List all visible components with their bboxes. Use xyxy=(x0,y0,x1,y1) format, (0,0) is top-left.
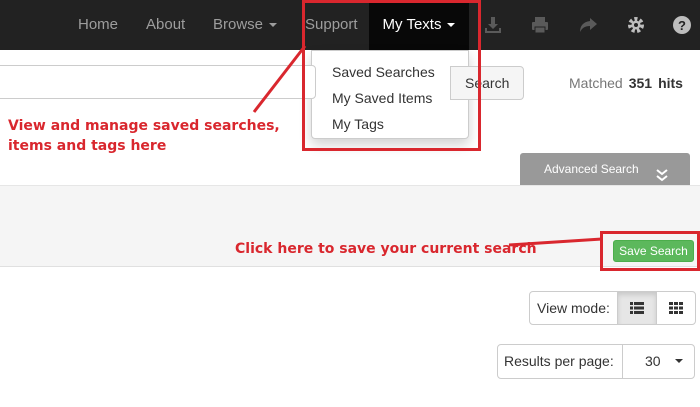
matched-suffix: hits xyxy=(658,75,683,91)
results-per-page-label: Results per page: xyxy=(504,353,614,369)
view-mode-group: View mode: xyxy=(529,291,696,325)
matched-count: 351 xyxy=(628,75,653,91)
view-mode-list-button[interactable] xyxy=(617,291,657,325)
advanced-search-label: Advanced Search xyxy=(544,162,639,176)
annotation-my-texts: View and manage saved searches, items an… xyxy=(8,118,280,154)
results-per-page-group: Results per page: 30 xyxy=(497,344,695,379)
annotation-save-search: Click here to save your current search xyxy=(235,241,537,257)
nav-browse-label: Browse xyxy=(213,16,264,33)
highlight-box-my-texts xyxy=(302,0,481,151)
print-icon[interactable] xyxy=(530,15,550,35)
highlight-box-save-search xyxy=(600,231,700,271)
search-input[interactable] xyxy=(0,65,316,99)
matched-hits-summary: Matched 351 hits xyxy=(569,75,683,91)
help-icon[interactable]: ? xyxy=(672,15,692,35)
nav-browse-dropdown[interactable]: Browse xyxy=(213,0,278,50)
svg-text:?: ? xyxy=(678,18,686,33)
nav-about-link[interactable]: About xyxy=(146,0,185,50)
double-chevron-down-icon xyxy=(656,162,668,182)
matched-label: Matched xyxy=(569,75,623,91)
advanced-search-toggle[interactable]: Advanced Search xyxy=(520,153,690,185)
gear-icon[interactable] xyxy=(626,15,646,35)
grid-icon xyxy=(669,302,683,314)
view-mode-grid-button[interactable] xyxy=(656,291,696,325)
share-icon[interactable] xyxy=(578,15,598,35)
results-per-page-select[interactable]: 30 xyxy=(622,344,696,379)
view-mode-label: View mode: xyxy=(537,300,610,316)
caret-down-icon xyxy=(675,359,683,363)
download-icon[interactable] xyxy=(483,15,503,35)
list-icon xyxy=(630,302,644,314)
nav-home-link[interactable]: Home xyxy=(78,0,118,50)
results-per-page-value: 30 xyxy=(645,353,661,369)
caret-down-icon xyxy=(269,23,278,28)
